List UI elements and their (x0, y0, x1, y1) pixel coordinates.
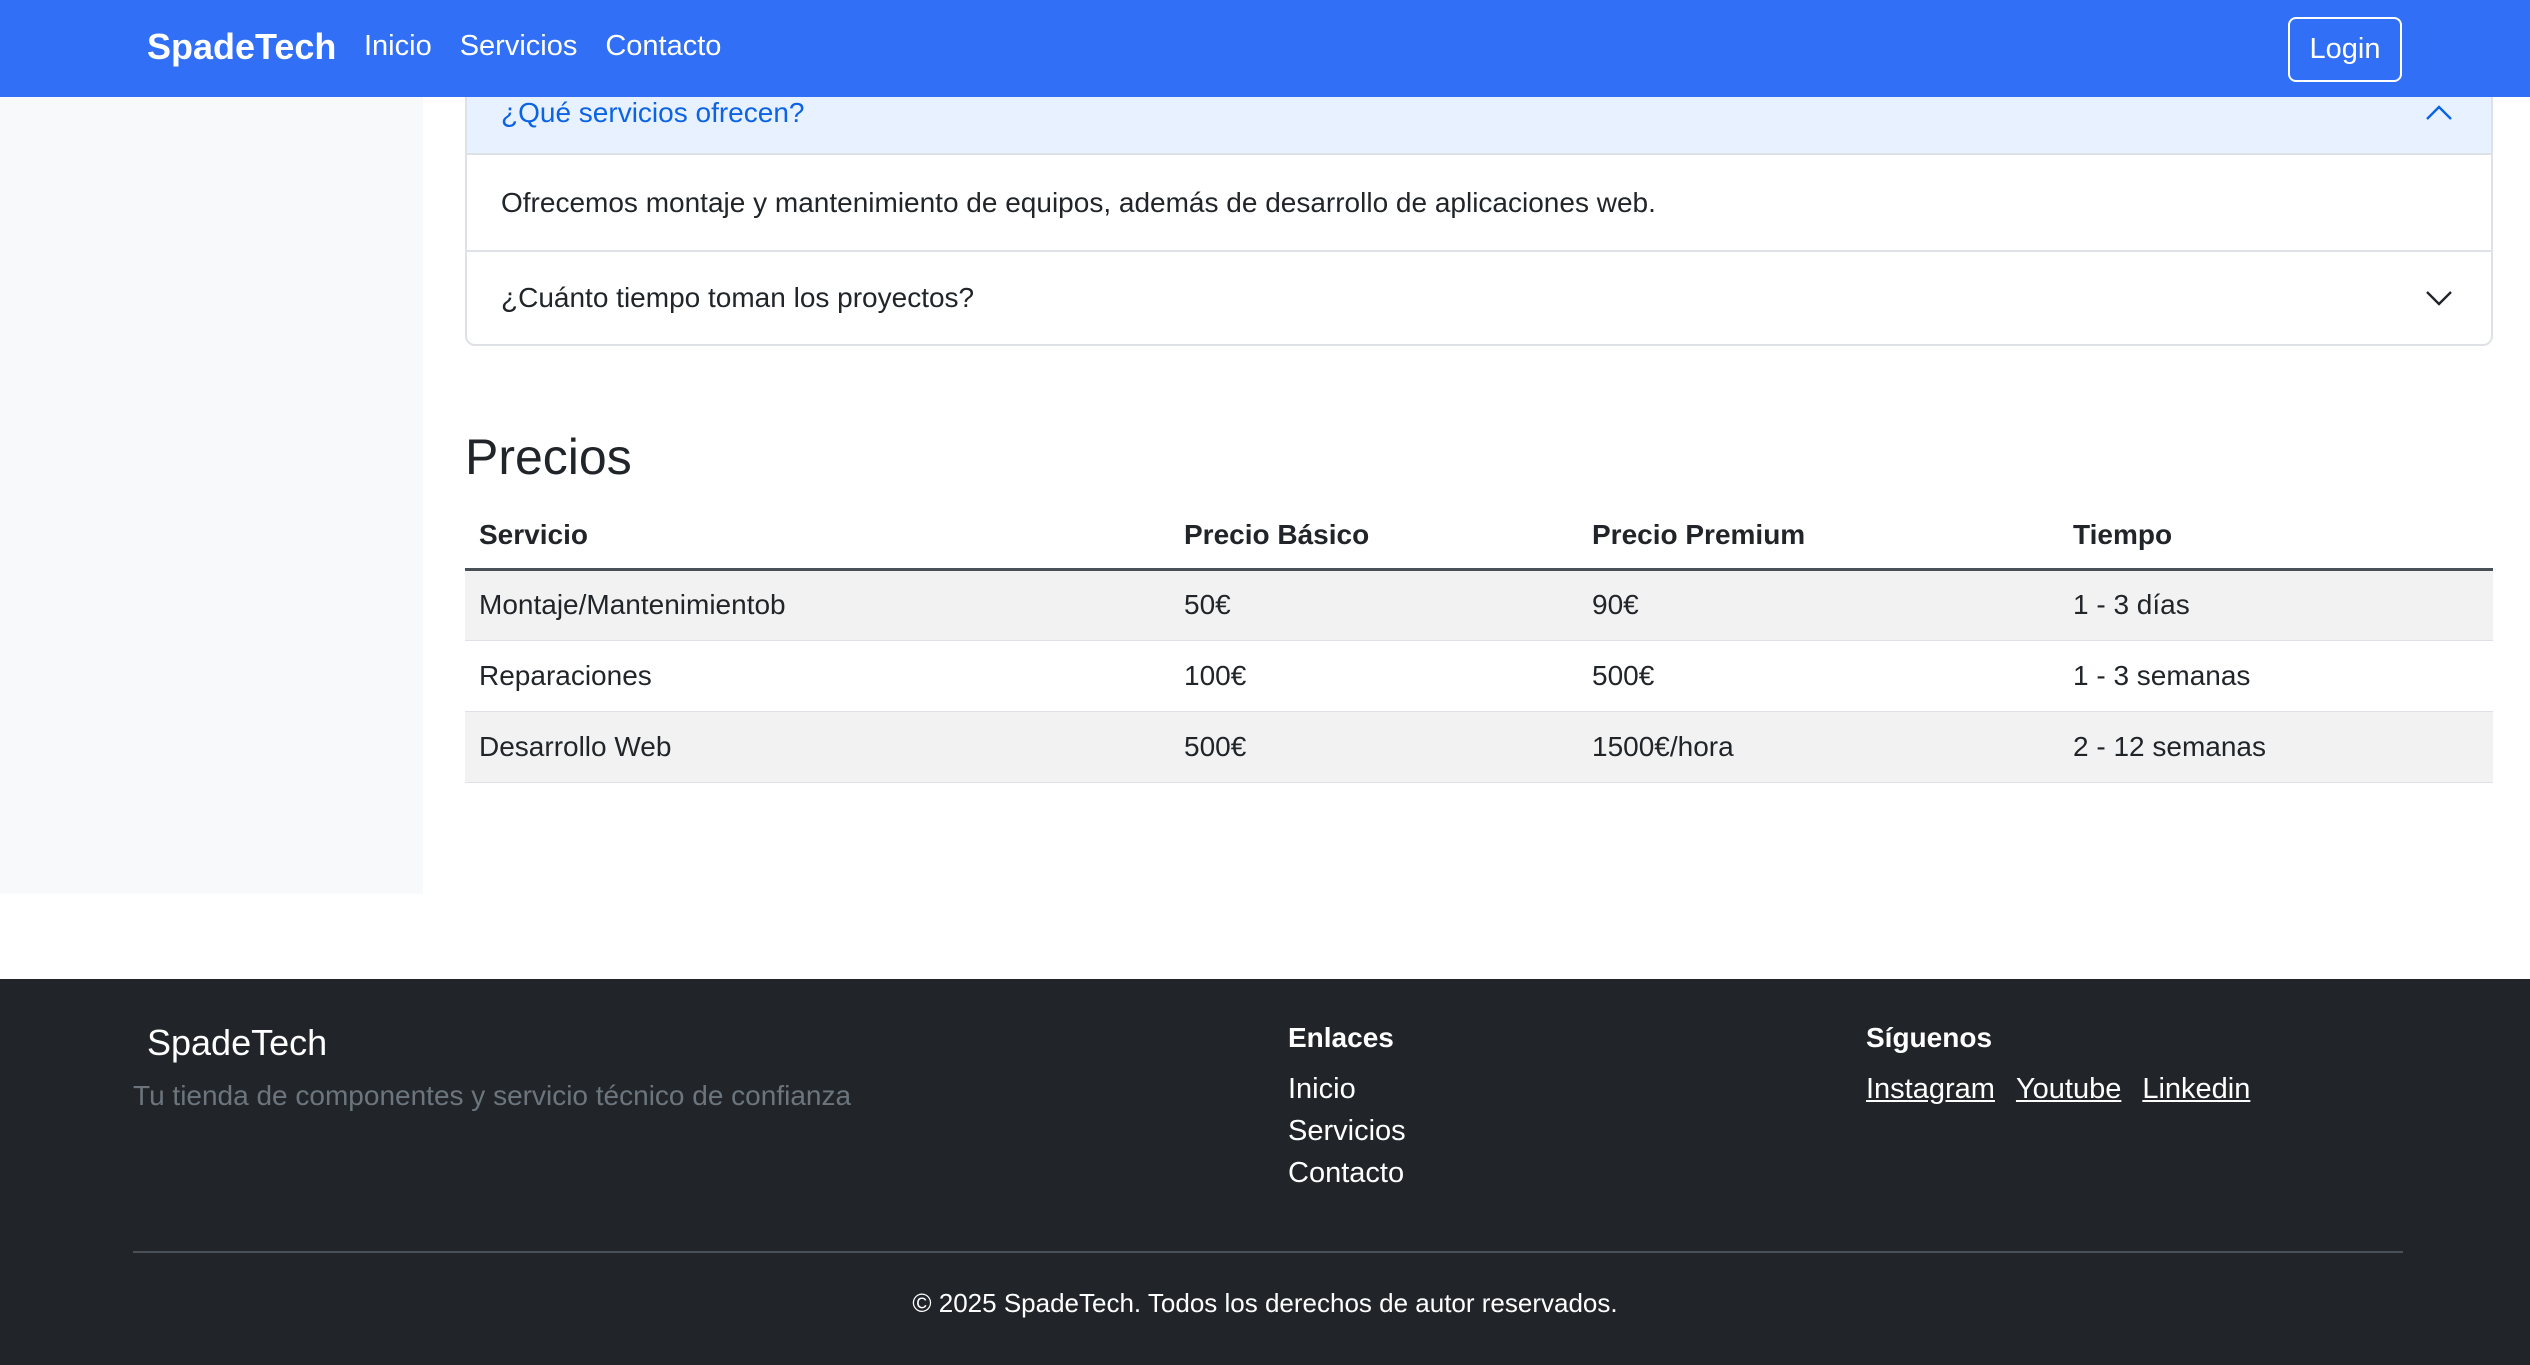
cell-precio-premium: 90€ (1578, 569, 2059, 641)
footer-links: Inicio Servicios Contacto (1288, 1073, 1406, 1190)
faq-answer-1-text: Ofrecemos montaje y mantenimiento de equ… (501, 186, 1656, 218)
social-link-linkedin[interactable]: Linkedin (2142, 1073, 2250, 1106)
nav-link-inicio[interactable]: Inicio (364, 30, 432, 63)
footer: SpadeTech Tu tienda de componentes y ser… (0, 979, 2530, 1365)
header-precio-basico: Precio Básico (1170, 502, 1578, 571)
faq-accordion: ¿Qué servicios ofrecen? Ofrecemos montaj… (465, 70, 2493, 346)
footer-copyright: © 2025 SpadeTech. Todos los derechos de … (912, 1288, 1618, 1318)
cell-precio-basico: 50€ (1170, 569, 1578, 641)
cell-servicio: Reparaciones (465, 640, 1170, 712)
faq-question-1-label: ¿Qué servicios ofrecen? (501, 96, 805, 128)
sidebar (0, 97, 423, 894)
cell-precio-premium: 500€ (1578, 640, 2059, 712)
footer-link-inicio[interactable]: Inicio (1288, 1073, 1406, 1106)
faq-question-2[interactable]: ¿Cuánto tiempo toman los proyectos? (467, 252, 2491, 344)
navbar: SpadeTech Inicio Servicios Contacto Logi… (0, 0, 2530, 97)
cell-precio-premium: 1500€/hora (1578, 711, 2059, 783)
header-servicio: Servicio (465, 502, 1170, 571)
cell-precio-basico: 500€ (1170, 711, 1578, 783)
footer-links-title: Enlaces (1288, 1022, 1394, 1053)
header-tiempo: Tiempo (2059, 502, 2493, 571)
footer-divider (133, 1251, 2403, 1253)
pricing-title: Precios (465, 429, 632, 485)
social-link-youtube[interactable]: Youtube (2016, 1073, 2121, 1106)
cell-tiempo: 2 - 12 semanas (2059, 711, 2493, 783)
cell-precio-basico: 100€ (1170, 640, 1578, 712)
nav-link-servicios[interactable]: Servicios (460, 30, 578, 63)
footer-brand: SpadeTech (147, 1022, 328, 1063)
footer-link-contacto[interactable]: Contacto (1288, 1157, 1406, 1190)
login-button[interactable]: Login (2288, 17, 2402, 82)
footer-link-servicios[interactable]: Servicios (1288, 1115, 1406, 1148)
cell-servicio: Desarrollo Web (465, 711, 1170, 783)
footer-social-title: Síguenos (1866, 1022, 1993, 1053)
pricing-header-row: Servicio Precio Básico Precio Premium Ti… (465, 502, 2493, 571)
cell-servicio: Montaje/Mantenimientob (465, 569, 1170, 641)
table-row: Reparaciones 100€ 500€ 1 - 3 semanas (465, 640, 2493, 712)
faq-answer-1: Ofrecemos montaje y mantenimiento de equ… (467, 155, 2491, 252)
cell-tiempo: 1 - 3 semanas (2059, 640, 2493, 712)
nav-link-contacto[interactable]: Contacto (605, 30, 721, 63)
chevron-down-icon (2426, 291, 2452, 306)
faq-question-2-label: ¿Cuánto tiempo toman los proyectos? (501, 282, 975, 313)
header-precio-premium: Precio Premium (1578, 502, 2059, 571)
chevron-up-icon (2426, 104, 2452, 120)
pricing-table: Servicio Precio Básico Precio Premium Ti… (465, 502, 2493, 783)
cell-tiempo: 1 - 3 días (2059, 569, 2493, 641)
footer-tagline: Tu tienda de componentes y servicio técn… (133, 1080, 852, 1111)
table-row: Montaje/Mantenimientob 50€ 90€ 1 - 3 día… (465, 569, 2493, 641)
footer-social-links: Instagram Youtube Linkedin (1866, 1073, 2250, 1106)
navbar-brand[interactable]: SpadeTech (147, 26, 336, 68)
nav-links: Inicio Servicios Contacto (364, 30, 721, 63)
table-row: Desarrollo Web 500€ 1500€/hora 2 - 12 se… (465, 711, 2493, 783)
social-link-instagram[interactable]: Instagram (1866, 1073, 1995, 1106)
